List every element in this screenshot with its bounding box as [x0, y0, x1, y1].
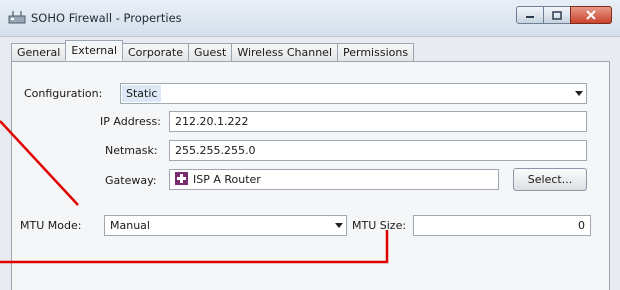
mtu-mode-callout-line: [0, 120, 79, 206]
mtu-size-callout-line: [0, 230, 389, 264]
tab-external[interactable]: External: [65, 40, 123, 61]
